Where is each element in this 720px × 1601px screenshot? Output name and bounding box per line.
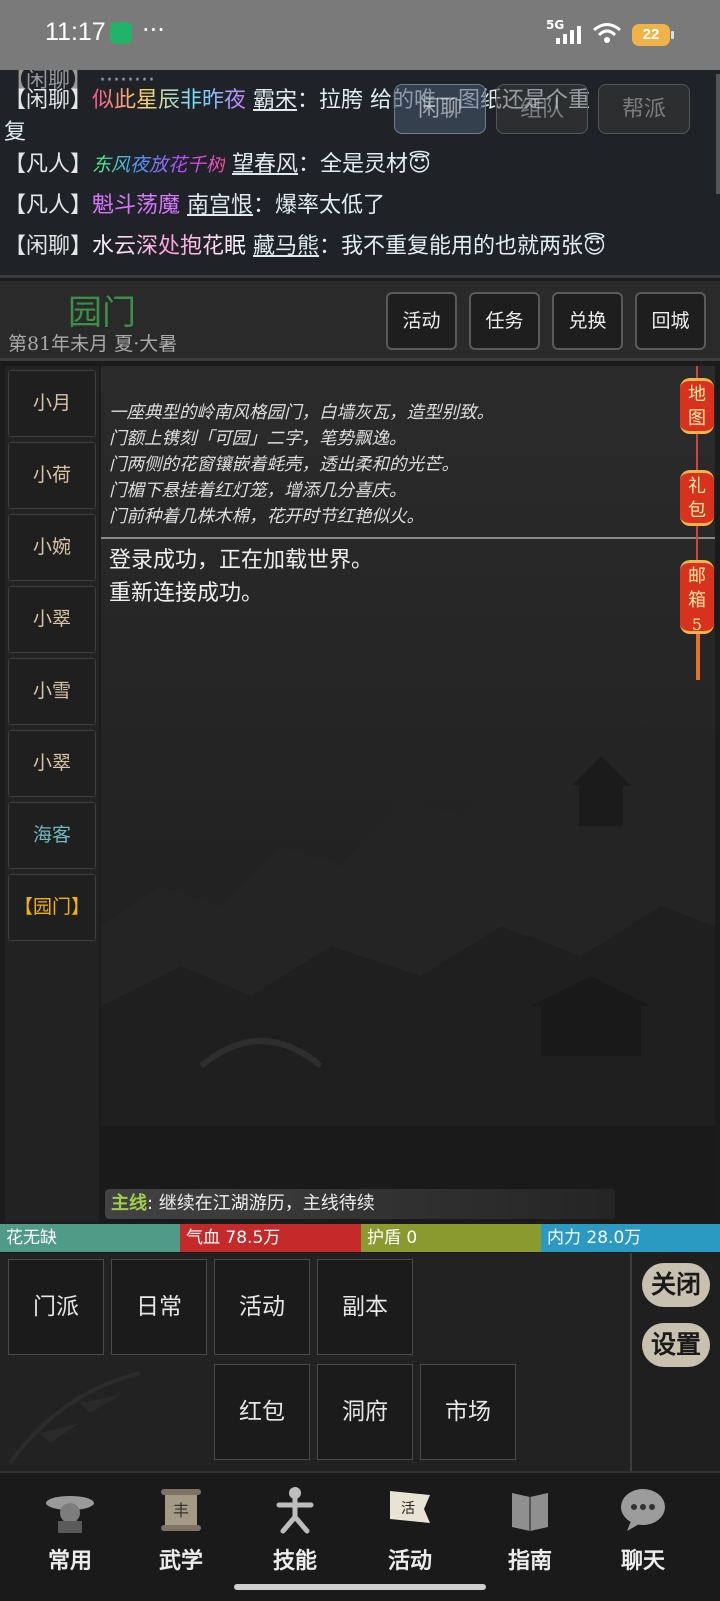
shield-bar: 护盾 0 bbox=[361, 1224, 541, 1252]
martial-figure-icon bbox=[276, 1487, 314, 1534]
gift-lantern-button[interactable]: 礼包 bbox=[680, 470, 714, 526]
activity-button[interactable]: 活动 bbox=[386, 292, 457, 350]
system-log: 登录成功，正在加载世界。 重新连接成功。 bbox=[109, 548, 374, 606]
app-notification-icon bbox=[110, 22, 132, 44]
npc-item-guest[interactable]: 海客 bbox=[8, 802, 96, 869]
map-lantern-button[interactable]: 地图 bbox=[680, 378, 714, 434]
player-name: 花无缺 bbox=[0, 1224, 180, 1252]
npc-list: 小月 小荷 小婉 小翠 小雪 小翠 海客 【园门】 bbox=[5, 366, 99, 1222]
nav-skills[interactable]: 技能 bbox=[250, 1483, 340, 1583]
npc-item[interactable]: 小婉 bbox=[8, 514, 96, 581]
chat-sender[interactable]: 霸宋 bbox=[253, 88, 297, 113]
chat-message: 【凡人】魁斗荡魔 南宫恨：爆率太低了 bbox=[4, 193, 386, 218]
book-icon bbox=[512, 1493, 548, 1531]
chat-title: 东风夜放花千树 bbox=[92, 154, 226, 176]
home-indicator[interactable] bbox=[234, 1584, 486, 1590]
scene-view: 一座典型的岭南风格园门，白墙灰瓦，造型别致。 门额上镌刻「可园」二字，笔势飘逸。… bbox=[101, 366, 715, 1222]
svg-text:活: 活 bbox=[401, 1501, 415, 1517]
activity-menu-button[interactable]: 活动 bbox=[214, 1259, 310, 1355]
chat-message: 【闲聊】水云深处抱花眠 藏马熊：我不重复能用的也就两张😇 bbox=[4, 234, 606, 259]
npc-item[interactable]: 小荷 bbox=[8, 442, 96, 509]
red-packet-button[interactable]: 红包 bbox=[214, 1364, 310, 1460]
task-button[interactable]: 任务 bbox=[469, 292, 540, 350]
tab-guild[interactable]: 帮派 bbox=[598, 84, 690, 134]
npc-item[interactable]: 小翠 bbox=[8, 730, 96, 797]
game-date: 第81年未月 夏·大暑 bbox=[8, 333, 178, 355]
bottom-navigation: 常用 丰 武学 技能 活 活动 指南 聊天 bbox=[0, 1471, 720, 1601]
chat-title: 魁斗荡魔 bbox=[92, 193, 181, 218]
quest-tag: 主线 bbox=[111, 1193, 147, 1214]
quest-text: : 继续在江湖游历，主线待续 bbox=[147, 1193, 375, 1214]
daily-button[interactable]: 日常 bbox=[111, 1259, 207, 1355]
nav-guide[interactable]: 指南 bbox=[485, 1483, 575, 1583]
clock: 11:17 bbox=[45, 18, 106, 46]
function-menu: 门派 日常 活动 副本 红包 洞府 市场 关闭 设置 bbox=[0, 1253, 720, 1471]
lantern-tassel bbox=[696, 634, 700, 680]
market-button[interactable]: 市场 bbox=[420, 1364, 516, 1460]
chat-sender[interactable]: 南宫恨 bbox=[187, 193, 253, 218]
svg-text:丰: 丰 bbox=[173, 1501, 189, 1520]
npc-item[interactable]: 小翠 bbox=[8, 586, 96, 653]
tab-idle-chat[interactable]: 闲聊 bbox=[394, 84, 486, 134]
menu-side-panel: 关闭 设置 bbox=[630, 1253, 720, 1471]
location-name: 园门 bbox=[68, 293, 136, 333]
tab-team[interactable]: 组队 bbox=[496, 84, 588, 134]
chat-title: 似此星辰非昨夜 bbox=[92, 88, 247, 113]
signal-icon bbox=[556, 26, 581, 44]
more-notifications-icon: ··· bbox=[142, 16, 165, 44]
return-city-button[interactable]: 回城 bbox=[635, 292, 706, 350]
npc-item[interactable]: 小月 bbox=[8, 370, 96, 437]
location-header: 园门 第81年未月 夏·大暑 活动 任务 兑换 回城 bbox=[0, 281, 720, 361]
chat-message: 【凡人】东风夜放花千树 望春风：全是灵材😇 bbox=[4, 152, 431, 177]
hp-bar: 气血 78.5万 bbox=[180, 1224, 361, 1252]
chat-bubble-icon bbox=[621, 1489, 665, 1531]
dungeon-button[interactable]: 副本 bbox=[317, 1259, 413, 1355]
player-stats-bar: 花无缺 气血 78.5万 护盾 0 内力 28.0万 bbox=[0, 1224, 720, 1252]
chat-panel[interactable]: 【闲聊】 ········ 【闲聊】似此星辰非昨夜 霸宋：拉胯 给的唯一图纸还是… bbox=[0, 70, 720, 278]
chat-scrollbar[interactable] bbox=[716, 74, 720, 194]
main-quest-bar[interactable]: 主线: 继续在江湖游历，主线待续 bbox=[105, 1189, 615, 1219]
chat-sender[interactable]: 藏马熊 bbox=[253, 234, 319, 259]
chat-sender[interactable]: 望春风 bbox=[232, 152, 298, 177]
exchange-button[interactable]: 兑换 bbox=[552, 292, 623, 350]
banner-icon: 活 bbox=[390, 1491, 430, 1523]
mp-bar: 内力 28.0万 bbox=[541, 1224, 720, 1252]
sect-button[interactable]: 门派 bbox=[8, 1259, 104, 1355]
hat-icon bbox=[46, 1496, 94, 1533]
mailbox-lantern-button[interactable]: 邮箱 5 bbox=[680, 560, 714, 634]
npc-item[interactable]: 小雪 bbox=[8, 658, 96, 725]
chat-title: 水云深处抱花眠 bbox=[92, 234, 247, 259]
scene-description: 一座典型的岭南风格园门，白墙灰瓦，造型别致。 门额上镌刻「可园」二字，笔势飘逸。… bbox=[109, 403, 494, 527]
divider bbox=[101, 537, 715, 539]
nav-common[interactable]: 常用 bbox=[25, 1483, 115, 1583]
cave-residence-button[interactable]: 洞府 bbox=[317, 1364, 413, 1460]
nav-chat[interactable]: 聊天 bbox=[598, 1483, 688, 1583]
chat-channel-tabs: 闲聊 组队 帮派 bbox=[394, 84, 690, 134]
current-location-item[interactable]: 【园门】 bbox=[8, 874, 96, 941]
settings-button[interactable]: 设置 bbox=[642, 1323, 710, 1367]
scroll-icon: 丰 bbox=[161, 1489, 201, 1531]
wifi-icon bbox=[593, 23, 621, 43]
nav-martial-arts[interactable]: 丰 武学 bbox=[136, 1483, 226, 1583]
nav-activity[interactable]: 活 活动 bbox=[365, 1483, 455, 1583]
battery-indicator: 22 bbox=[632, 24, 674, 46]
close-button[interactable]: 关闭 bbox=[642, 1263, 710, 1307]
status-bar: 11:17 ··· 5G 22 bbox=[0, 0, 720, 70]
